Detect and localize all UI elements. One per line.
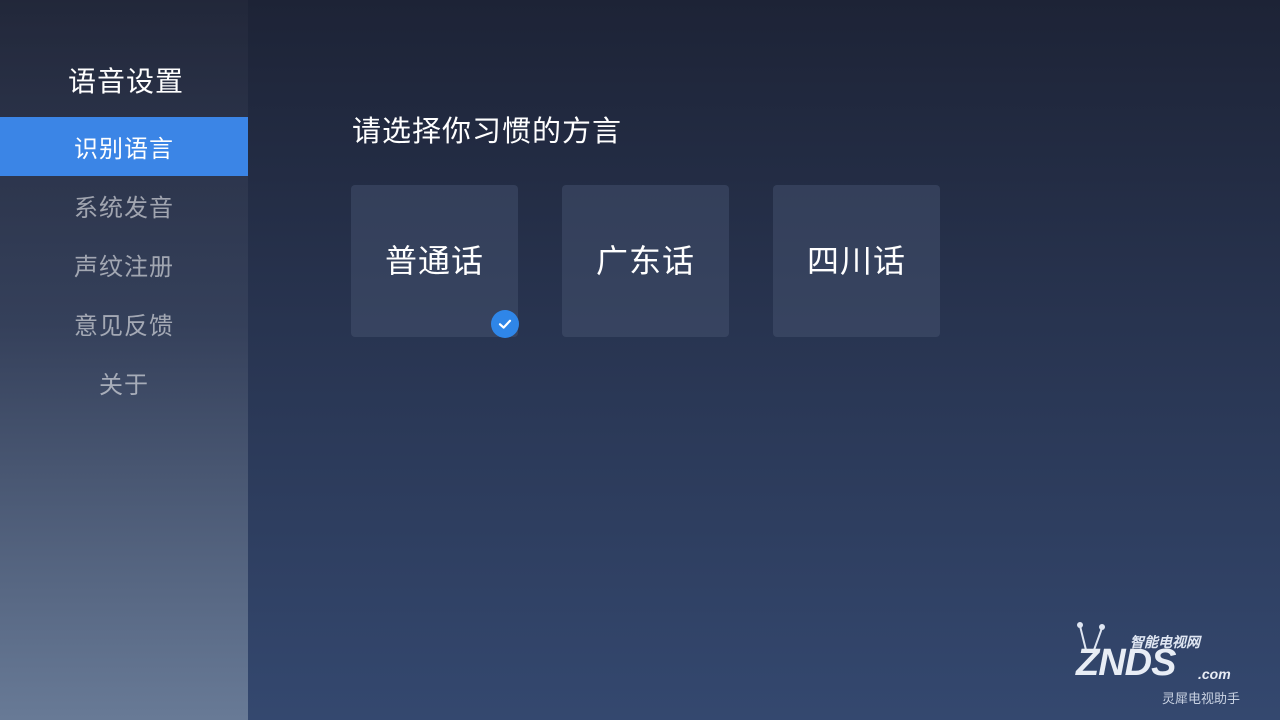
sidebar-title: 语音设置	[68, 65, 185, 98]
sidebar-item-recognition-language[interactable]: 识别语言	[0, 117, 248, 176]
check-circle-icon	[491, 310, 519, 338]
watermark-logo-text: ZNDS	[1076, 642, 1176, 684]
watermark-subtitle: 灵犀电视助手	[1162, 692, 1241, 707]
sidebar-item-about[interactable]: 关于	[0, 353, 248, 412]
watermark-logo-suffix: .com	[1198, 666, 1231, 682]
dialect-option-label: 普通话	[384, 242, 484, 280]
sidebar-menu: 识别语言 系统发音 声纹注册 意见反馈 关于	[0, 117, 248, 412]
dialect-option-sichuanese[interactable]: 四川话	[773, 185, 940, 337]
sidebar-item-system-voice[interactable]: 系统发音	[0, 176, 248, 235]
page-heading: 请选择你习惯的方言	[352, 114, 623, 148]
dialect-option-label: 四川话	[806, 242, 906, 280]
dialect-options: 普通话 广东话 四川话	[351, 185, 940, 338]
watermark: 智能电视网 ZNDS .com 灵犀电视助手	[1066, 620, 1266, 710]
dialect-option-cantonese[interactable]: 广东话	[562, 185, 729, 337]
sidebar-item-voiceprint-registration[interactable]: 声纹注册	[0, 235, 248, 294]
dialect-option-label: 广东话	[595, 242, 695, 280]
sidebar: 语音设置 识别语言 系统发音 声纹注册 意见反馈 关于	[0, 0, 248, 720]
sidebar-item-feedback[interactable]: 意见反馈	[0, 294, 248, 353]
dialect-option-mandarin[interactable]: 普通话	[351, 185, 519, 338]
